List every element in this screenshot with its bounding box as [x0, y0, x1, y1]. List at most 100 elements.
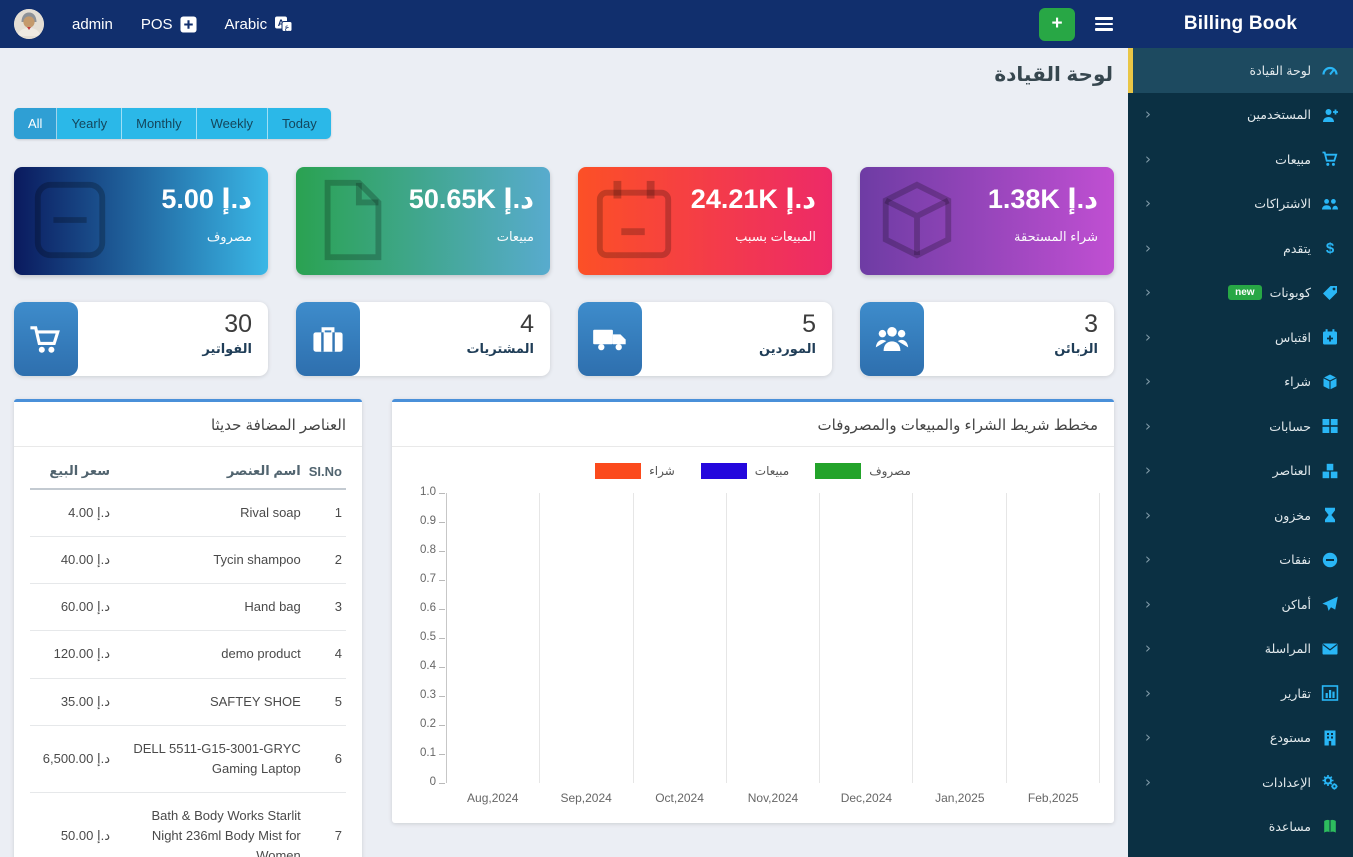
chart-panel: مخطط شريط الشراء والمبيعات والمصروفات شر… — [392, 399, 1114, 823]
minus-circle-icon — [1321, 551, 1339, 569]
briefcase-icon — [296, 302, 360, 376]
filter-all-button[interactable]: All — [14, 108, 57, 139]
chevron-left-icon: ‹ — [1145, 330, 1151, 345]
table-row: 3 Hand bag د.إ 60.00 — [30, 584, 346, 631]
sidebar-item-quotation[interactable]: اقتباس ‹ — [1128, 315, 1353, 360]
stat-value: د.إ 1.38K — [876, 182, 1098, 216]
chevron-left-icon: ‹ — [1145, 641, 1151, 656]
customers-icon — [860, 302, 924, 376]
chevron-left-icon: ‹ — [1145, 508, 1151, 523]
sidebar-item-users[interactable]: المستخدمين ‹ — [1128, 93, 1353, 138]
nav-user[interactable]: admin — [72, 16, 113, 33]
stat-label: شراء المستحقة — [876, 229, 1098, 245]
recent-items-panel: العناصر المضافة حديثا SI.No اسم العنصر س… — [14, 399, 362, 857]
cart-icon — [1321, 150, 1339, 168]
grid-icon — [1321, 417, 1339, 435]
menu-toggle-icon[interactable] — [1091, 13, 1117, 35]
filter-yearly-button[interactable]: Yearly — [57, 108, 122, 139]
bar-chart-icon — [1321, 684, 1339, 702]
sidebar-item-label: لوحة القيادة — [1250, 63, 1311, 78]
nav-pos-label: POS — [141, 16, 173, 33]
cart-icon — [14, 302, 78, 376]
top-navbar: admin POS Arabic A ع + Billing Book — [0, 0, 1353, 48]
sidebar-item-accounts[interactable]: حسابات ‹ — [1128, 404, 1353, 449]
book-icon — [1321, 818, 1339, 836]
sidebar-item-stock[interactable]: مخزون ‹ — [1128, 493, 1353, 538]
sidebar-item-items[interactable]: العناصر ‹ — [1128, 449, 1353, 494]
legend-item-purchase[interactable]: شراء — [595, 463, 675, 479]
filter-monthly-button[interactable]: Monthly — [122, 108, 197, 139]
legend-swatch-red — [595, 463, 641, 479]
legend-item-sales[interactable]: مبيعات — [701, 463, 789, 479]
time-filter-group: All Yearly Monthly Weekly Today — [14, 108, 331, 139]
legend-swatch-blue — [701, 463, 747, 479]
stat-card-sales: د.إ 50.65K مبيعات — [296, 167, 550, 275]
chevron-left-icon: ‹ — [1145, 419, 1151, 434]
legend-item-expense[interactable]: مصروف — [815, 463, 911, 479]
chart-title: مخطط شريط الشراء والمبيعات والمصروفات — [392, 402, 1114, 447]
chevron-left-icon: ‹ — [1145, 463, 1151, 478]
sidebar-item-advance[interactable]: $ يتقدم ‹ — [1128, 226, 1353, 271]
filter-weekly-button[interactable]: Weekly — [197, 108, 268, 139]
sidebar-item-messaging[interactable]: المراسلة ‹ — [1128, 627, 1353, 672]
legend-swatch-green — [815, 463, 861, 479]
nav-pos[interactable]: POS — [141, 16, 197, 33]
nav-language-label: Arabic — [225, 16, 268, 33]
stat-value: د.إ 50.65K — [312, 182, 534, 216]
quick-add-button[interactable]: + — [1039, 8, 1075, 41]
sidebar-item-expenses[interactable]: نفقات ‹ — [1128, 538, 1353, 583]
chart-plot-area: 1.0 0.9 0.8 0.7 0.6 0.5 0.4 0.3 0.2 0.1 … — [406, 493, 1100, 783]
gears-icon — [1321, 773, 1339, 791]
dashboard-icon — [1321, 61, 1339, 79]
sidebar-item-settings[interactable]: الإعدادات ‹ — [1128, 760, 1353, 805]
sidebar-item-places[interactable]: أماكن ‹ — [1128, 582, 1353, 627]
table-row: 7 Bath & Body Works Starlit Night 236ml … — [30, 792, 346, 857]
sidebar-item-subscriptions[interactable]: الاشتراكات ‹ — [1128, 182, 1353, 227]
new-badge: new — [1228, 285, 1261, 300]
chevron-left-icon: ‹ — [1145, 374, 1151, 389]
chevron-left-icon: ‹ — [1145, 107, 1151, 122]
sidebar-item-sales[interactable]: مبيعات ‹ — [1128, 137, 1353, 182]
truck-icon — [578, 302, 642, 376]
count-card-suppliers: 5 الموردين — [578, 302, 832, 376]
stat-label: المبيعات بسبب — [594, 229, 816, 245]
bottom-row: العناصر المضافة حديثا SI.No اسم العنصر س… — [14, 399, 1114, 857]
building-icon — [1321, 729, 1339, 747]
user-plus-icon — [1321, 106, 1339, 124]
sidebar-item-dashboard[interactable]: لوحة القيادة — [1128, 48, 1353, 93]
sidebar-item-reports[interactable]: تقارير ‹ — [1128, 671, 1353, 716]
cube-icon — [1321, 373, 1339, 391]
sidebar-item-coupons[interactable]: كوبونات new ‹ — [1128, 271, 1353, 316]
table-row: 6 DELL 5511-G15-3001-GRYC Gaming Laptop … — [30, 725, 346, 792]
envelope-icon — [1321, 640, 1339, 658]
filter-today-button[interactable]: Today — [268, 108, 331, 139]
column-header-sale-price: سعر البيع — [30, 451, 114, 489]
recent-items-table: SI.No اسم العنصر سعر البيع 1 Rival soap … — [30, 451, 346, 857]
hourglass-icon — [1321, 506, 1339, 524]
table-row: 5 SAFTEY SHOE د.إ 35.00 — [30, 678, 346, 725]
recent-items-title: العناصر المضافة حديثا — [14, 402, 362, 447]
chevron-left-icon: ‹ — [1145, 241, 1151, 256]
chevron-left-icon: ‹ — [1145, 686, 1151, 701]
user-avatar[interactable] — [14, 9, 44, 39]
sidebar: لوحة القيادة المستخدمين ‹ مبيعات ‹ الاشت… — [1128, 48, 1353, 857]
count-card-purchases: 4 المشتريات — [296, 302, 550, 376]
nav-language[interactable]: Arabic A ع — [225, 15, 294, 33]
sidebar-item-help[interactable]: مساعدة — [1128, 805, 1353, 850]
chevron-left-icon: ‹ — [1145, 196, 1151, 211]
dollar-icon: $ — [1321, 239, 1339, 257]
chevron-left-icon: ‹ — [1145, 285, 1151, 300]
stat-value: د.إ 24.21K — [594, 182, 816, 216]
chart-x-axis-labels: Aug,2024 Sep,2024 Oct,2024 Nov,2024 Dec,… — [446, 791, 1100, 823]
sidebar-item-purchase[interactable]: شراء ‹ — [1128, 360, 1353, 405]
main-content: لوحة القيادة All Yearly Monthly Weekly T… — [0, 48, 1128, 857]
users-icon — [1321, 195, 1339, 213]
svg-text:$: $ — [1326, 240, 1335, 257]
chevron-left-icon: ‹ — [1145, 730, 1151, 745]
calendar-plus-icon — [1321, 328, 1339, 346]
sidebar-item-warehouse[interactable]: مستودع ‹ — [1128, 716, 1353, 761]
chevron-left-icon: ‹ — [1145, 597, 1151, 612]
paper-plane-icon — [1321, 595, 1339, 613]
app-brand: Billing Book — [1128, 0, 1353, 48]
language-icon: A ع — [274, 15, 293, 33]
